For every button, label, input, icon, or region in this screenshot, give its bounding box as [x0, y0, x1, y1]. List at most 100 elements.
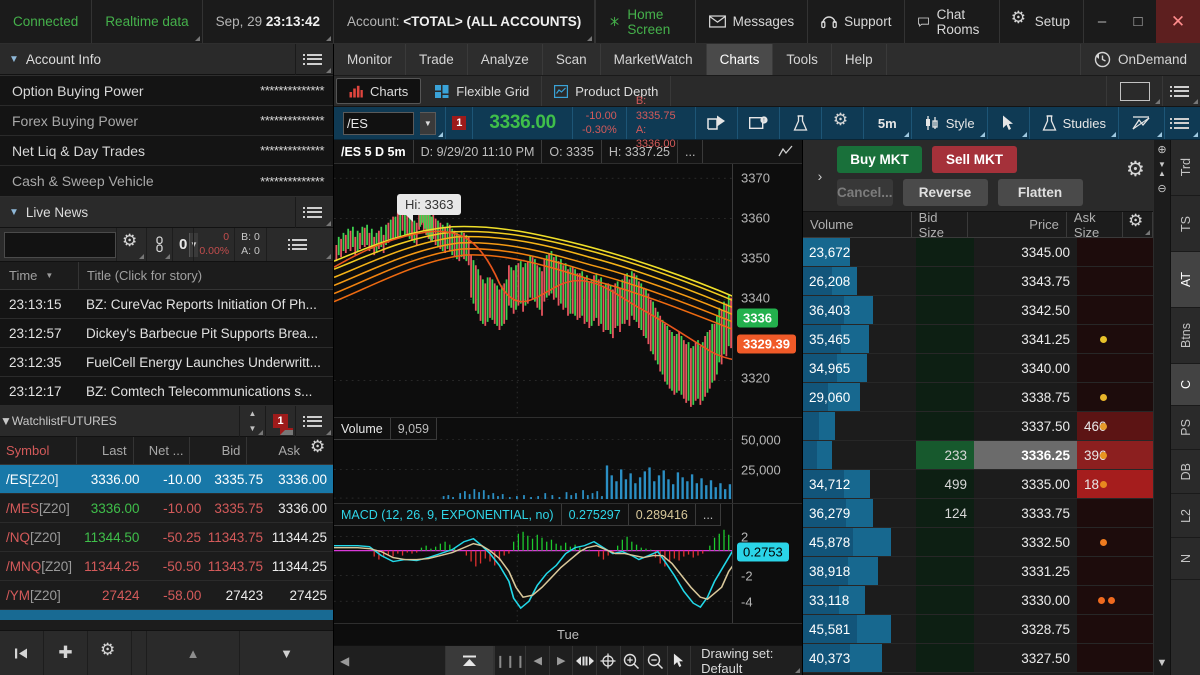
table-row[interactable]: /YM[Z20] 27424 -58.00 27423 27425 — [0, 581, 333, 610]
news-col-title[interactable]: Title (Click for story) — [78, 262, 333, 289]
close-button[interactable]: ✕ — [1156, 0, 1200, 43]
vtab-n[interactable]: N — [1171, 538, 1200, 580]
ladder-price[interactable]: 3330.00 — [974, 586, 1077, 614]
flatten-button[interactable]: Flatten — [998, 179, 1083, 206]
ladder-bid-size[interactable]: 233 — [916, 441, 974, 469]
chart-menu-button[interactable] — [1165, 107, 1200, 139]
table-row[interactable]: /MNQ[Z20] 11344.25 -50.50 11343.75 11344… — [0, 552, 333, 581]
ladder-price[interactable]: 3342.50 — [974, 296, 1077, 324]
ladder-bid-size[interactable] — [916, 615, 974, 643]
subbar-menu-button[interactable] — [1162, 76, 1200, 106]
news-symbol-input-wrap[interactable]: ▼ — [4, 232, 116, 258]
crosshair-button[interactable] — [597, 646, 621, 675]
watchlist-column-settings-button[interactable] — [306, 437, 333, 464]
ladder-bid-size[interactable] — [916, 325, 974, 353]
maximize-button[interactable]: □ — [1120, 0, 1156, 43]
ladder-ask-size[interactable]: 396 — [1077, 441, 1153, 469]
ladder-price[interactable]: 3331.25 — [974, 557, 1077, 585]
account-row-option-buying-power[interactable]: Option Buying Power ************** — [0, 76, 333, 106]
ladder-row[interactable]: 40,3733327.50 — [803, 644, 1153, 673]
support-button[interactable]: Support — [808, 0, 905, 43]
ladder-row[interactable]: 35,4653341.25 — [803, 325, 1153, 354]
cursor-tool-bottom-button[interactable] — [668, 646, 692, 675]
ladder-bid-size[interactable] — [916, 557, 974, 585]
subtab-charts[interactable]: Charts — [336, 78, 421, 104]
studies-button[interactable]: Studies — [1030, 107, 1119, 139]
zoom-out-icon[interactable]: ⊖ — [1157, 182, 1166, 195]
ladder-row[interactable]: 23,6723345.00 — [803, 238, 1153, 267]
ladder-bid-size[interactable] — [916, 528, 974, 556]
ladder-row[interactable]: 2333336.25396 — [803, 441, 1153, 470]
ladder-row[interactable]: 45,8783332.50 — [803, 528, 1153, 557]
ladder-row[interactable]: 29,0603338.75 — [803, 383, 1153, 412]
ladder-price[interactable]: 3337.50 — [974, 412, 1077, 440]
home-screen-button[interactable]: Home Screen — [596, 0, 695, 43]
zoom-in-icon[interactable]: ⊕ — [1157, 143, 1166, 156]
vtab-btns[interactable]: Btns — [1171, 308, 1200, 364]
ladder-price[interactable]: 3333.75 — [974, 499, 1077, 527]
ladder-row[interactable]: 36,2791243333.75 — [803, 499, 1153, 528]
ladder-price[interactable]: 3340.00 — [974, 354, 1077, 382]
tab-charts[interactable]: Charts — [707, 44, 774, 75]
account-row-cash-sweep-vehicle[interactable]: Cash & Sweep Vehicle ************** — [0, 166, 333, 196]
style-button[interactable]: Style — [912, 107, 988, 139]
vtab-ts[interactable]: TS — [1171, 196, 1200, 252]
grip-handle[interactable]: ❙❙❙ — [495, 646, 526, 675]
ladder-ask-size[interactable] — [1077, 296, 1153, 324]
chart-expand-button[interactable] — [771, 140, 802, 163]
price-pane[interactable]: Hi: 3363 3370 3360 3350 3340 3320 3336 3… — [334, 164, 802, 417]
cursor-tool-button[interactable] — [988, 107, 1030, 139]
sidebar-settings-button[interactable] — [88, 631, 132, 675]
ladder-bid-size[interactable]: 499 — [916, 470, 974, 498]
ladder-col-ask-size[interactable]: Ask Size — [1067, 212, 1123, 237]
ladder-price[interactable]: 3341.25 — [974, 325, 1077, 353]
ondemand-button[interactable]: OnDemand — [1081, 44, 1200, 75]
zoom-in-button[interactable] — [621, 646, 645, 675]
trade-settings-button[interactable] — [1128, 168, 1143, 183]
messages-button[interactable]: Messages — [696, 0, 809, 43]
stepper-up-icon[interactable]: ▲ — [240, 406, 265, 422]
ladder-bid-size[interactable] — [916, 644, 974, 672]
ladder-price[interactable]: 3332.50 — [974, 528, 1077, 556]
expand-range-button[interactable] — [573, 646, 597, 675]
ladder-row[interactable]: 34,7124993335.0018 — [803, 470, 1153, 499]
cancel-button[interactable]: Cancel... — [837, 179, 893, 206]
expand-panel-button[interactable]: › — [813, 168, 827, 184]
chart-settings-button[interactable] — [822, 107, 864, 139]
order-ladder[interactable]: 23,6723345.0026,2083343.7536,4033342.503… — [803, 238, 1153, 675]
clock[interactable]: Sep, 29 23:13:42 — [203, 0, 334, 43]
news-settings-button[interactable] — [117, 228, 147, 261]
watchlist-col-ask[interactable]: Ask — [247, 437, 306, 464]
account-info-menu-button[interactable] — [295, 44, 333, 75]
chevron-down-icon[interactable]: ▼ — [0, 414, 12, 428]
ladder-bid-size[interactable] — [916, 412, 974, 440]
ladder-ask-size[interactable] — [1077, 557, 1153, 585]
skip-to-start-button[interactable] — [0, 631, 44, 675]
minimize-button[interactable]: – — [1084, 0, 1120, 43]
news-col-time[interactable]: Time ▼ — [0, 268, 78, 283]
chart-badge-cell[interactable]: 1 — [446, 107, 473, 139]
ladder-ask-size[interactable] — [1077, 528, 1153, 556]
ladder-row[interactable]: 3337.50460 — [803, 412, 1153, 441]
alerts-button[interactable]: ! — [738, 107, 780, 139]
ladder-bid-size[interactable] — [916, 354, 974, 382]
ladder-bid-size[interactable] — [916, 267, 974, 295]
watchlist-menu-button[interactable] — [295, 406, 333, 437]
table-row[interactable]: /MES[Z20] 3336.00 -10.00 3335.75 3336.00 — [0, 494, 333, 523]
list-item[interactable]: 23:12:17 BZ: Comtech Telecommunications … — [0, 377, 333, 406]
ladder-row[interactable]: 38,9183331.25 — [803, 557, 1153, 586]
ladder-bid-size[interactable] — [916, 238, 974, 266]
list-item[interactable]: 23:12:57 Dickey's Barbecue Pit Supports … — [0, 319, 333, 348]
watchlist-list-name[interactable]: FUTURES — [60, 414, 117, 428]
watchlist-stepper[interactable]: ▲ ▼ — [239, 406, 265, 437]
collapse-rows-icon[interactable]: ▼▲ — [1158, 160, 1166, 178]
ladder-ask-size[interactable]: 460 — [1077, 412, 1153, 440]
left-arrow-icon[interactable]: ◀ — [340, 654, 349, 668]
tab-marketwatch[interactable]: MarketWatch — [601, 44, 707, 75]
vtab-l2[interactable]: L2 — [1171, 494, 1200, 538]
ladder-ask-size[interactable] — [1077, 354, 1153, 382]
ladder-ask-size[interactable] — [1077, 325, 1153, 353]
ladder-price[interactable]: 3345.00 — [974, 238, 1077, 266]
ladder-bid-size[interactable] — [916, 296, 974, 324]
account-row-net-liq-day-trades[interactable]: Net Liq & Day Trades ************** — [0, 136, 333, 166]
